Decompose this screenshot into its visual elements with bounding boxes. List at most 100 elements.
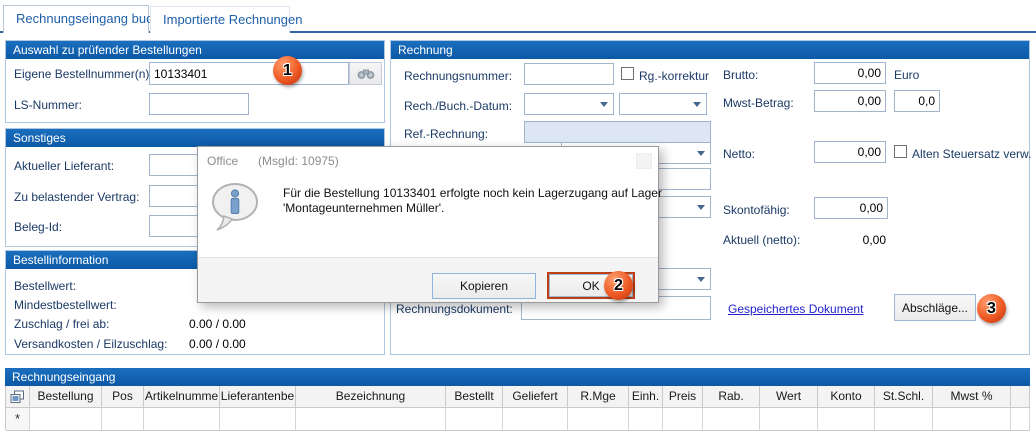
currency-label: Euro xyxy=(894,68,919,82)
zuschlag-value: 0.00 / 0.00 xyxy=(189,317,246,331)
table-cell-filler xyxy=(1011,408,1030,431)
mwst-satz-input[interactable] xyxy=(894,90,940,112)
kopieren-button[interactable]: Kopieren xyxy=(432,273,536,299)
alten-steuersatz-label: Alten Steuersatz verw. xyxy=(912,147,1031,161)
column-header[interactable]: Einh. xyxy=(629,386,663,408)
column-header[interactable]: Preis xyxy=(663,386,703,408)
table-header-row: Bestellung Pos Artikelnumme Lieferantenb… xyxy=(5,386,1030,408)
table-cell[interactable] xyxy=(220,408,296,431)
vertrag-label: Zu belastender Vertrag: xyxy=(14,190,139,204)
table-new-row[interactable]: * xyxy=(5,408,1030,430)
info-icon xyxy=(210,181,262,238)
dropdown-arrow-icon xyxy=(693,102,701,107)
table-cell[interactable] xyxy=(760,408,818,431)
mindestbestellwert-label: Mindestbestellwert: xyxy=(14,298,117,312)
bestellwert-label: Bestellwert: xyxy=(14,279,76,293)
new-row-marker: * xyxy=(6,408,30,431)
column-header[interactable]: Bezeichnung xyxy=(296,386,446,408)
brutto-input[interactable] xyxy=(814,62,886,84)
table-cell[interactable] xyxy=(875,408,933,431)
column-header[interactable]: St.Schl. xyxy=(875,386,933,408)
beleg-id-label: Beleg-Id: xyxy=(14,220,62,234)
panel-sonstiges-title: Sonstiges xyxy=(6,129,384,147)
dialog-title: Office xyxy=(207,154,238,168)
rechnungsdokument-label: Rechnungsdokument: xyxy=(396,302,513,316)
dropdown-arrow-icon xyxy=(600,102,608,107)
datum-label: Rech./Buch.-Datum: xyxy=(404,99,512,113)
aktuell-netto-label: Aktuell (netto): xyxy=(723,233,800,247)
table-cell[interactable] xyxy=(446,408,503,431)
search-orders-button[interactable] xyxy=(349,62,382,85)
table-cell[interactable] xyxy=(933,408,1011,431)
tab-rechnungseingang-buchen[interactable]: Rechnungseingang buchen xyxy=(3,5,149,33)
ref-rechnung-label: Ref.-Rechnung: xyxy=(404,127,488,141)
abschlaege-button[interactable]: Abschläge... xyxy=(894,294,976,321)
rg-korrektur-checkbox[interactable] xyxy=(621,67,634,80)
rechnungsnummer-input[interactable] xyxy=(524,63,614,85)
annotation-step-3: 3 xyxy=(977,294,1006,323)
netto-input[interactable] xyxy=(814,141,886,163)
column-header[interactable]: Pos xyxy=(102,386,144,408)
dialog-message-line1: Für die Bestellung 10133401 erfolgte noc… xyxy=(283,186,662,200)
binoculars-icon xyxy=(357,68,375,80)
panel-auswahl: Auswahl zu prüfender Bestellungen Eigene… xyxy=(5,40,385,123)
zuschlag-label: Zuschlag / frei ab: xyxy=(14,317,109,331)
table-cell[interactable] xyxy=(144,408,220,431)
dropdown-arrow-icon xyxy=(697,205,705,210)
dropdown-arrow-icon xyxy=(697,277,705,282)
table-cell[interactable] xyxy=(568,408,629,431)
table-cell[interactable] xyxy=(30,408,102,431)
dialog-msgid: (MsgId: 10975) xyxy=(258,154,339,168)
table-cell[interactable] xyxy=(703,408,760,431)
ref-rechnung-input xyxy=(524,121,711,143)
dropdown-arrow-icon xyxy=(697,151,705,156)
aktuell-netto-value: 0,00 xyxy=(814,233,886,247)
column-header[interactable]: Geliefert xyxy=(503,386,568,408)
tab-importierte-rechnungen[interactable]: Importierte Rechnungen xyxy=(150,6,290,33)
ls-nummer-input[interactable] xyxy=(149,93,249,115)
rechnungsnummer-label: Rechnungsnummer: xyxy=(404,69,512,83)
table-cell[interactable] xyxy=(102,408,144,431)
app-window: Rechnungseingang buchen Importierte Rech… xyxy=(0,0,1036,445)
dialog-corner-button xyxy=(636,153,652,169)
column-header[interactable]: Artikelnumme xyxy=(144,386,220,408)
column-header[interactable]: Wert xyxy=(760,386,818,408)
mwst-betrag-input[interactable] xyxy=(814,90,886,112)
column-header[interactable]: Konto xyxy=(818,386,875,408)
gespeichertes-dokument-link[interactable]: Gespeichertes Dokument xyxy=(728,302,863,316)
column-header[interactable]: Bestellung xyxy=(30,386,102,408)
table-cell[interactable] xyxy=(629,408,663,431)
skontofaehig-input[interactable] xyxy=(814,197,888,219)
column-header[interactable]: Mwst % xyxy=(933,386,1011,408)
annotation-step-1: 1 xyxy=(273,56,302,85)
bestellnummer-input[interactable] xyxy=(149,62,349,85)
versandkosten-label: Versandkosten / Eilzuschlag: xyxy=(14,337,167,351)
column-header[interactable]: Bestellt xyxy=(446,386,503,408)
bestellnummer-label: Eigene Bestellnummer(n): xyxy=(14,67,153,81)
mwst-betrag-label: Mwst-Betrag: xyxy=(723,96,794,110)
versandkosten-value: 0.00 / 0.00 xyxy=(189,337,246,351)
table-cell[interactable] xyxy=(818,408,875,431)
table-cell[interactable] xyxy=(503,408,568,431)
lieferant-label: Aktueller Lieferant: xyxy=(14,159,114,173)
brutto-label: Brutto: xyxy=(723,68,758,82)
rechnungsdatum-combobox[interactable] xyxy=(524,93,614,115)
message-dialog: Office (MsgId: 10975) Für die Bestellung… xyxy=(197,146,659,303)
buchungsdatum-combobox[interactable] xyxy=(619,93,707,115)
dialog-message-line2: 'Montageunternehmen Müller'. xyxy=(283,201,444,215)
rg-korrektur-label: Rg.-korrektur xyxy=(639,69,709,83)
ls-nummer-label: LS-Nummer: xyxy=(14,98,82,112)
column-header[interactable]: R.Mge xyxy=(568,386,629,408)
skontofaehig-label: Skontofähig: xyxy=(723,203,790,217)
column-header[interactable]: Rab. xyxy=(703,386,760,408)
panel-rechnung-title: Rechnung xyxy=(391,41,1029,59)
alten-steuersatz-checkbox[interactable] xyxy=(894,145,907,158)
table-cell[interactable] xyxy=(296,408,446,431)
column-header[interactable]: Lieferantenbe xyxy=(220,386,296,408)
select-all-icon xyxy=(10,390,25,404)
panel-auswahl-title: Auswahl zu prüfender Bestellungen xyxy=(6,41,384,59)
annotation-step-2: 2 xyxy=(604,271,633,300)
select-all-cell[interactable] xyxy=(6,386,30,408)
table-title-bar: Rechnungseingang xyxy=(5,368,1030,386)
table-cell[interactable] xyxy=(663,408,703,431)
